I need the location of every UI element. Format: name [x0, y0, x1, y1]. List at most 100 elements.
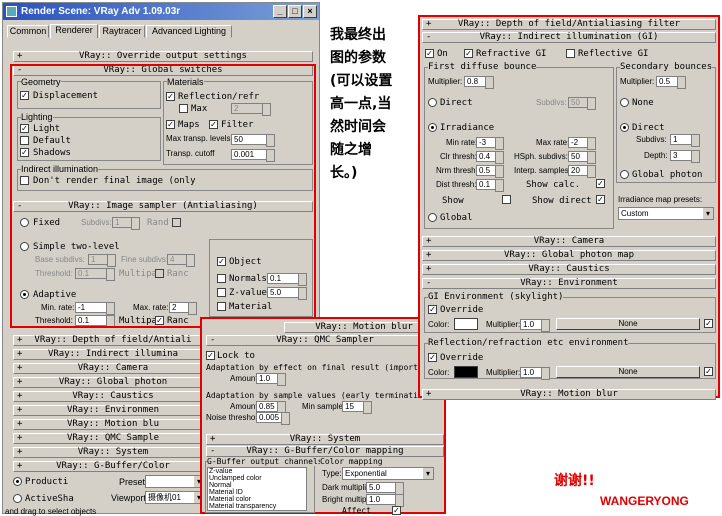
lock-noise-checkbox[interactable]: ✓	[206, 351, 215, 360]
amount2-spinner[interactable]: 0.85	[256, 401, 286, 414]
adaptive-radio[interactable]	[20, 290, 29, 299]
gbuffer-channel-list[interactable]: Z-value Unclamped color Normal Material …	[207, 467, 307, 511]
mid-rollout-qmc[interactable]: - VRay:: QMC Sampler	[206, 335, 444, 346]
default-lights-checkbox[interactable]	[20, 136, 29, 145]
normals-spinner[interactable]: 0.1	[267, 273, 307, 286]
object-outline-checkbox[interactable]: ✓	[217, 257, 226, 266]
rollout-caustics[interactable]: + VRay:: Caustics	[13, 391, 213, 402]
minimize-button[interactable]: _	[273, 5, 287, 18]
filter-checkbox[interactable]: ✓	[209, 120, 218, 129]
max-depth-spinner[interactable]: 2	[231, 103, 271, 116]
rollout-indirect-gi[interactable]: - VRay:: Indirect illumination (GI)	[422, 32, 716, 43]
light-checkbox[interactable]: ✓	[20, 124, 29, 133]
tab-common[interactable]: Common	[7, 25, 49, 38]
mid-rollout-system[interactable]: + VRay:: System	[206, 434, 444, 445]
rollout-indirect[interactable]: + VRay:: Indirect illumina	[13, 349, 213, 360]
displacement-checkbox[interactable]: ✓	[20, 91, 29, 100]
bright-mult-spinner[interactable]: 1.0	[366, 494, 404, 507]
sec-direct-radio[interactable]	[620, 123, 629, 132]
rollout-gbuffer[interactable]: + VRay:: G-Buffer/Color	[13, 461, 213, 472]
irradiance-radio[interactable]	[428, 123, 437, 132]
base-subdivs-spinner[interactable]: 1	[88, 254, 116, 267]
max-depth-checkbox[interactable]	[179, 104, 188, 113]
list-item[interactable]: Normal	[209, 482, 306, 489]
window-title-bar[interactable]: Render Scene: VRay Adv 1.09.03r _ □ ×	[3, 3, 319, 20]
maximize-button[interactable]: □	[288, 5, 302, 18]
list-item[interactable]: Material ID	[209, 489, 306, 496]
rollout-right-camera[interactable]: + VRay:: Camera	[422, 236, 716, 247]
close-button[interactable]: ×	[303, 5, 317, 18]
fixed-radio[interactable]	[20, 218, 29, 227]
gi-map-checkbox[interactable]: ✓	[704, 319, 713, 328]
hsph-spinner[interactable]: 50	[568, 151, 596, 164]
global-radio[interactable]	[428, 213, 437, 222]
gi-max-rate-spinner[interactable]: -2	[568, 137, 596, 150]
dont-render-checkbox[interactable]	[20, 176, 29, 185]
rollout-right-caustics[interactable]: + VRay:: Caustics	[422, 264, 716, 275]
irr-presets-select[interactable]: Custom	[618, 207, 714, 220]
gi-mult-spinner[interactable]: 1.0	[520, 319, 550, 332]
multiplier-spinner[interactable]: 0.8	[464, 76, 494, 89]
rand-checkbox[interactable]	[172, 218, 181, 227]
rollout-image-sampler[interactable]: - VRay:: Image sampler (Antialiasing)	[13, 201, 313, 212]
mid-rollout-gbuffer[interactable]: - VRay:: G-Buffer/Color mapping	[206, 446, 444, 457]
list-item[interactable]: Unclamped color	[209, 475, 306, 482]
show-calc-checkbox[interactable]: ✓	[596, 179, 605, 188]
rollout-system[interactable]: + VRay:: System	[13, 447, 213, 458]
show-checkbox[interactable]	[502, 195, 511, 204]
direct-subdivs-spinner[interactable]: 50	[568, 97, 596, 110]
clr-thresh-spinner[interactable]: 0.4	[476, 151, 504, 164]
refl-color-swatch[interactable]	[454, 366, 478, 378]
rollout-right-motion-blur[interactable]: + VRay:: Motion blur	[422, 389, 716, 400]
min-samples-spinner[interactable]: 15	[342, 401, 372, 414]
sec-multiplier-spinner[interactable]: 0.5	[656, 76, 686, 89]
tab-advanced-lighting[interactable]: Advanced Lighting	[146, 25, 232, 38]
rollout-photon[interactable]: + VRay:: Global photon	[13, 377, 213, 388]
threshold-spinner[interactable]: 0.1	[75, 268, 115, 281]
production-radio[interactable]	[13, 477, 22, 486]
list-item[interactable]: Material color	[209, 496, 306, 503]
rollout-dof-filter[interactable]: + VRay:: Depth of field/Antialiasing filt…	[422, 19, 716, 30]
ad-multipass-checkbox[interactable]: ✓	[155, 316, 164, 325]
dist-thresh-spinner[interactable]: 0.1	[476, 179, 504, 192]
list-item[interactable]: Z-value	[209, 468, 306, 475]
rollout-dof[interactable]: + VRay:: Depth of field/Antiali	[13, 335, 213, 346]
shadows-checkbox[interactable]: ✓	[20, 148, 29, 157]
rollout-qmc[interactable]: + VRay:: QMC Sample	[13, 433, 213, 444]
min-rate-spinner[interactable]: -1	[75, 302, 115, 315]
reflective-gi-checkbox[interactable]	[566, 49, 575, 58]
rollout-override-output[interactable]: + VRay:: Override output settings	[13, 51, 313, 62]
fine-subdivs-spinner[interactable]: 4	[167, 254, 195, 267]
two-level-radio[interactable]	[20, 242, 29, 251]
material-outline-checkbox[interactable]	[217, 302, 226, 311]
sec-subdivs-spinner[interactable]: 1	[670, 134, 700, 147]
amount1-spinner[interactable]: 1.0	[256, 373, 286, 386]
noise-threshold-spinner[interactable]: 0.005	[256, 412, 290, 425]
gi-color-swatch[interactable]	[454, 318, 478, 330]
preset-select[interactable]	[145, 475, 205, 488]
type-select[interactable]: Exponential	[342, 467, 434, 480]
refl-map-button[interactable]: None	[556, 366, 700, 378]
ad-threshold-spinner[interactable]: 0.1	[75, 315, 115, 328]
gi-map-button[interactable]: None	[556, 318, 700, 330]
rollout-camera[interactable]: + VRay:: Camera	[13, 363, 213, 374]
affect-checkbox[interactable]: ✓	[392, 506, 401, 515]
zvalue-checkbox[interactable]	[217, 288, 226, 297]
global-photon-radio[interactable]	[620, 170, 629, 179]
normals-checkbox[interactable]	[217, 274, 226, 283]
rollout-right-photon-map[interactable]: + VRay:: Global photon map	[422, 250, 716, 261]
multipass-checkbox[interactable]	[155, 269, 164, 278]
dark-mult-spinner[interactable]: 5.0	[366, 482, 404, 495]
nrm-thresh-spinner[interactable]: 0.5	[476, 165, 504, 178]
none-radio[interactable]	[620, 98, 629, 107]
direct-radio[interactable]	[428, 98, 437, 107]
refractive-gi-checkbox[interactable]: ✓	[464, 49, 473, 58]
rollout-environment[interactable]: + VRay:: Environmen	[13, 405, 213, 416]
refl-override-checkbox[interactable]: ✓	[428, 353, 437, 362]
subdivs-spinner[interactable]: 1	[112, 217, 140, 230]
rollout-motion-blur[interactable]: + VRay:: Motion blu	[13, 419, 213, 430]
interp-spinner[interactable]: 20	[568, 165, 596, 178]
rollout-right-environment[interactable]: - VRay:: Environment	[422, 278, 716, 289]
maps-checkbox[interactable]: ✓	[166, 120, 175, 129]
refl-map-checkbox[interactable]: ✓	[704, 367, 713, 376]
